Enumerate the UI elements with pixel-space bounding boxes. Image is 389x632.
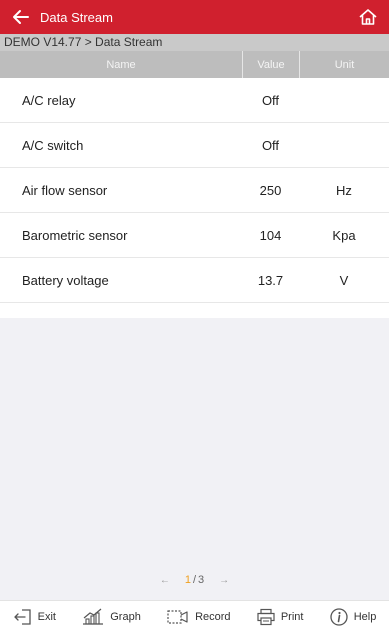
printer-icon — [257, 608, 275, 625]
prev-page-button[interactable]: ← — [145, 575, 185, 586]
breadcrumb: DEMO V14.77 > Data Stream — [0, 34, 389, 51]
bottom-toolbar: Exit Graph Record Print Help — [0, 600, 389, 632]
row-unit: V — [339, 272, 349, 288]
table-row[interactable]: A/C switch Off — [0, 123, 389, 168]
table-row[interactable]: Air flow sensor 250 Hz — [0, 168, 389, 213]
arrow-left-icon — [13, 10, 29, 24]
table-row[interactable]: Battery voltage 13.7 V — [0, 258, 389, 303]
table-row[interactable]: A/C relay Off — [0, 78, 389, 123]
home-button[interactable] — [357, 6, 379, 28]
record-button[interactable]: Record — [166, 608, 231, 626]
exit-button[interactable]: Exit — [13, 608, 56, 626]
column-header-unit: Unit — [299, 51, 389, 78]
exit-icon — [13, 608, 31, 625]
pagination: ← 1 / 3 → — [0, 568, 389, 592]
graph-button[interactable]: Graph — [81, 608, 141, 626]
help-label: Help — [353, 610, 377, 623]
help-icon — [330, 607, 348, 626]
row-value: Off — [261, 137, 280, 153]
table-header: Name Value Unit — [0, 51, 389, 78]
row-unit: Hz — [336, 182, 352, 198]
column-header-name: Name — [106, 58, 136, 71]
row-unit: Kpa — [332, 227, 356, 243]
print-button[interactable]: Print — [256, 608, 304, 626]
exit-label: Exit — [37, 610, 56, 623]
help-button[interactable]: Help — [329, 607, 377, 627]
current-page: 1 — [184, 574, 191, 586]
row-value: 13.7 — [257, 272, 284, 288]
graph-icon — [83, 608, 104, 625]
back-button[interactable] — [4, 0, 38, 34]
data-stream-list: A/C relay Off A/C switch Off Air flow se… — [0, 78, 389, 303]
page-separator: / — [192, 574, 197, 586]
record-label: Record — [195, 610, 231, 623]
record-icon — [167, 609, 188, 624]
title-bar: Data Stream — [0, 0, 389, 34]
list-empty-area — [0, 318, 389, 600]
row-name: A/C relay — [22, 92, 76, 108]
row-name: Battery voltage — [22, 272, 109, 288]
row-value: Off — [261, 92, 280, 108]
column-header-value: Value — [242, 51, 299, 78]
print-label: Print — [280, 610, 304, 623]
page-title: Data Stream — [40, 9, 113, 25]
graph-label: Graph — [110, 610, 141, 623]
row-value: 104 — [259, 227, 282, 243]
row-name: Air flow sensor — [22, 182, 108, 198]
row-name: Barometric sensor — [22, 227, 128, 243]
table-row[interactable]: Barometric sensor 104 Kpa — [0, 213, 389, 258]
next-page-button[interactable]: → — [204, 575, 244, 586]
home-icon — [359, 9, 377, 25]
row-value: 250 — [259, 182, 282, 198]
row-name: A/C switch — [22, 137, 84, 153]
